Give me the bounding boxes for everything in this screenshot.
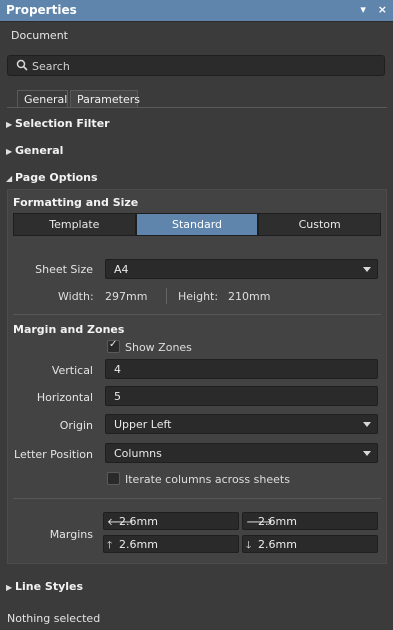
- letter-position-label: Letter Position: [14, 448, 93, 461]
- section-selection-filter[interactable]: ▶ Selection Filter: [6, 117, 110, 130]
- section-divider: [13, 314, 381, 315]
- checkmark-icon: ✓: [109, 339, 118, 350]
- letter-position-dropdown[interactable]: Columns: [105, 443, 378, 463]
- search-box[interactable]: [7, 55, 385, 76]
- standard-button[interactable]: Standard: [135, 213, 259, 236]
- arrow-up-icon: 🡑: [107, 540, 113, 551]
- section-general[interactable]: ▶ General: [6, 144, 63, 157]
- expand-arrow-icon: ▶: [6, 120, 13, 129]
- pin-dropdown-icon[interactable]: ▾: [360, 3, 366, 16]
- search-input[interactable]: [32, 58, 372, 74]
- arrow-right-icon: 🡒: [246, 517, 273, 528]
- section-line-styles[interactable]: ▶ Line Styles: [6, 580, 83, 593]
- sheet-size-dropdown[interactable]: A4: [105, 259, 378, 279]
- formatting-mode-selector: Template Standard Custom: [13, 213, 382, 236]
- vertical-input[interactable]: 4: [105, 359, 378, 379]
- show-zones-label: Show Zones: [125, 341, 192, 354]
- section-page-options[interactable]: ◢ Page Options: [6, 171, 98, 184]
- arrow-left-icon: 🡐: [107, 517, 134, 528]
- origin-label: Origin: [59, 419, 93, 432]
- dimension-separator: [166, 288, 167, 304]
- show-zones-checkbox[interactable]: ✓: [107, 339, 120, 353]
- height-value: 210mm: [228, 290, 271, 303]
- expand-arrow-icon: ▶: [6, 147, 13, 156]
- tab-parameters[interactable]: Parameters: [70, 90, 140, 108]
- sheet-size-label: Sheet Size: [35, 263, 93, 276]
- iterate-columns-label: Iterate columns across sheets: [125, 473, 290, 486]
- custom-button[interactable]: Custom: [258, 213, 382, 236]
- width-label: Width:: [58, 290, 94, 303]
- search-icon: [16, 59, 28, 71]
- document-label: Document: [11, 29, 68, 42]
- horizontal-input[interactable]: 5: [105, 386, 378, 406]
- tab-divider: [7, 107, 387, 108]
- margin-right-input[interactable]: 🡒2.6mm: [242, 512, 378, 530]
- formatting-title: Formatting and Size: [13, 196, 139, 209]
- margin-zones-title: Margin and Zones: [13, 323, 125, 336]
- expand-arrow-icon: ▶: [6, 583, 13, 592]
- horizontal-label: Horizontal: [36, 391, 93, 404]
- close-icon[interactable]: ×: [378, 3, 387, 16]
- status-text: Nothing selected: [7, 612, 101, 625]
- iterate-columns-checkbox[interactable]: [107, 472, 120, 485]
- width-value: 297mm: [105, 290, 148, 303]
- panel-title: Properties: [6, 3, 77, 17]
- collapse-arrow-icon: ◢: [6, 174, 13, 183]
- origin-dropdown[interactable]: Upper Left: [105, 414, 378, 434]
- margin-bottom-input[interactable]: 🡓 2.6mm: [242, 535, 378, 553]
- section-divider: [13, 498, 381, 499]
- margin-top-input[interactable]: 🡑 2.6mm: [103, 535, 239, 553]
- height-label: Height:: [178, 290, 219, 303]
- arrow-down-icon: 🡓: [246, 540, 252, 551]
- vertical-label: Vertical: [51, 364, 93, 377]
- margins-label: Margins: [49, 528, 93, 541]
- tab-general[interactable]: General: [17, 90, 68, 108]
- panel-title-bar: Properties ▾ ×: [0, 0, 393, 22]
- margin-left-input[interactable]: 🡐2.6mm: [103, 512, 239, 530]
- template-button[interactable]: Template: [13, 213, 136, 236]
